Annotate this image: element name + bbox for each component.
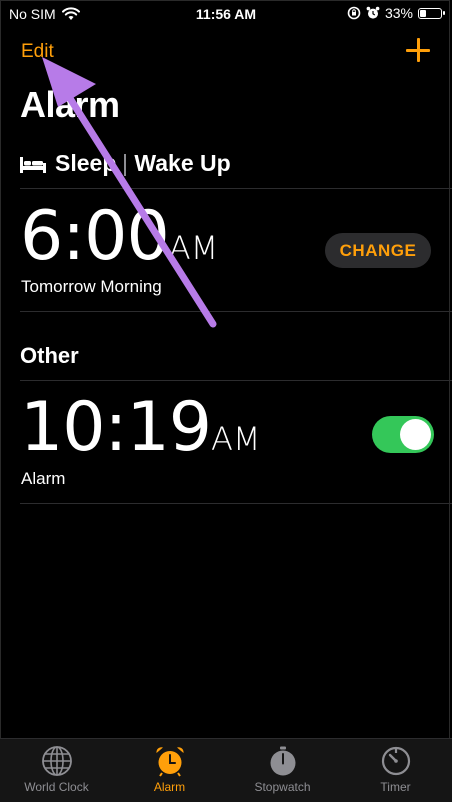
tab-label: World Clock bbox=[24, 780, 89, 794]
sleep-label: Sleep bbox=[55, 150, 117, 176]
alarm-toggle[interactable] bbox=[372, 416, 434, 453]
tab-label: Timer bbox=[380, 780, 411, 794]
header-separator bbox=[124, 153, 127, 176]
alarm-status-icon bbox=[366, 6, 380, 19]
status-bar: No SIM 11:56 AM 33% bbox=[0, 0, 452, 28]
battery-icon bbox=[418, 7, 445, 19]
sleep-wake-header: Sleep Wake Up bbox=[20, 150, 231, 177]
tab-stopwatch[interactable]: Stopwatch bbox=[226, 739, 339, 802]
alarm-clock-icon bbox=[155, 747, 184, 777]
tab-label: Alarm bbox=[153, 780, 186, 794]
wake-up-label: Wake Up bbox=[134, 150, 231, 176]
battery-fill bbox=[420, 9, 427, 17]
add-alarm-button[interactable] bbox=[406, 38, 430, 62]
alarm-label: Alarm bbox=[21, 469, 66, 488]
tab-bar: World Clock Alarm Stopwatch Timer bbox=[0, 738, 452, 802]
other-section-title: Other bbox=[20, 343, 79, 368]
page-title: Alarm bbox=[20, 84, 120, 125]
rotation-lock-icon bbox=[347, 6, 361, 20]
sleep-time-ampm: AM bbox=[168, 229, 219, 267]
alarm-time[interactable]: 10:19AM bbox=[20, 388, 260, 467]
timer-icon bbox=[381, 746, 410, 776]
tab-world-clock[interactable]: World Clock bbox=[0, 739, 113, 802]
divider bbox=[20, 380, 452, 381]
status-right: 33% bbox=[347, 5, 445, 21]
tab-alarm[interactable]: Alarm bbox=[113, 739, 226, 802]
divider bbox=[20, 311, 452, 312]
alarm-time-ampm: AM bbox=[210, 420, 261, 458]
alarm-time-value: 10:19 bbox=[20, 388, 212, 467]
edit-button[interactable]: Edit bbox=[21, 41, 54, 63]
divider bbox=[20, 188, 452, 189]
sleep-time-value: 6:00 bbox=[20, 197, 170, 276]
bed-icon bbox=[20, 156, 46, 173]
sleep-alarm-subtitle: Tomorrow Morning bbox=[21, 277, 162, 296]
sleep-alarm-time[interactable]: 6:00AM bbox=[20, 197, 218, 276]
change-button[interactable]: CHANGE bbox=[325, 233, 431, 268]
tab-timer[interactable]: Timer bbox=[339, 739, 452, 802]
tab-label: Stopwatch bbox=[254, 780, 311, 794]
battery-percent: 33% bbox=[384, 5, 413, 21]
globe-icon bbox=[41, 746, 72, 776]
toggle-knob bbox=[400, 419, 431, 450]
divider bbox=[20, 503, 452, 504]
stopwatch-icon bbox=[270, 746, 295, 776]
